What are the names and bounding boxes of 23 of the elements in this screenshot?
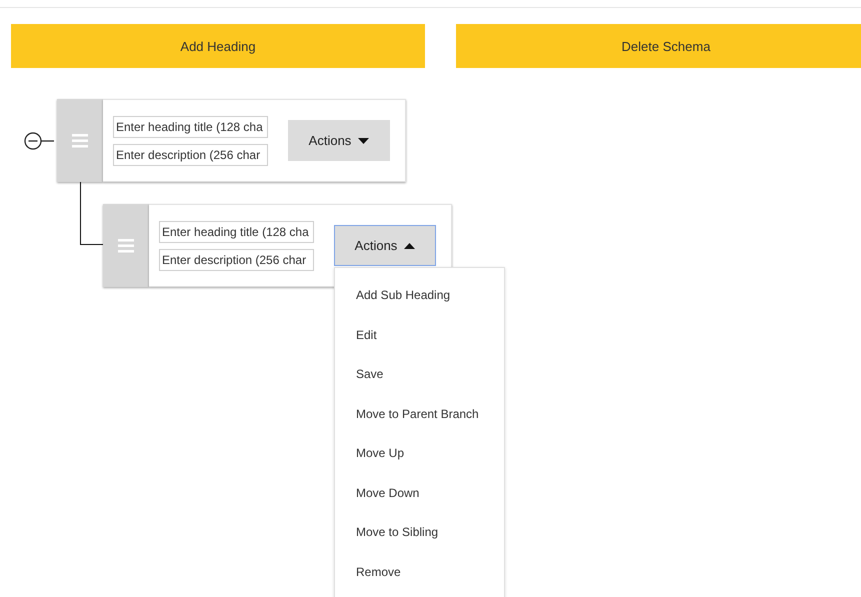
toolbar-button[interactable]: Add Heading [11, 24, 425, 68]
menu-item[interactable]: Edit [335, 316, 504, 355]
menu-item[interactable]: Remove [335, 552, 504, 592]
actions-button[interactable]: Actions [334, 225, 436, 266]
menu-icon [72, 134, 88, 148]
toolbar-button[interactable]: Delete Schema [456, 24, 861, 68]
caret-icon [358, 138, 370, 144]
caret-icon [404, 242, 416, 248]
menu-item[interactable]: Add Sub Heading [335, 276, 504, 316]
menu-item[interactable]: Move Down [335, 474, 504, 513]
title-field[interactable]: Enter heading title (128 cha [113, 116, 268, 138]
menu-item[interactable]: Move to Parent Branch [335, 394, 504, 434]
drag-handle[interactable] [57, 99, 103, 182]
collapse-toggle-icon[interactable] [24, 132, 54, 150]
menu-item[interactable]: Move to Sibling [335, 513, 504, 552]
drag-handle[interactable] [103, 204, 149, 287]
title-field[interactable]: Enter heading title (128 cha [159, 220, 314, 242]
description-field[interactable]: Enter description (256 char [113, 144, 268, 166]
actions-button[interactable]: Actions [288, 120, 390, 161]
description-field[interactable]: Enter description (256 char [159, 248, 314, 270]
menu-icon [118, 238, 134, 252]
menu-item[interactable]: Move Up [335, 434, 504, 474]
menu-item[interactable]: Save [335, 355, 504, 394]
